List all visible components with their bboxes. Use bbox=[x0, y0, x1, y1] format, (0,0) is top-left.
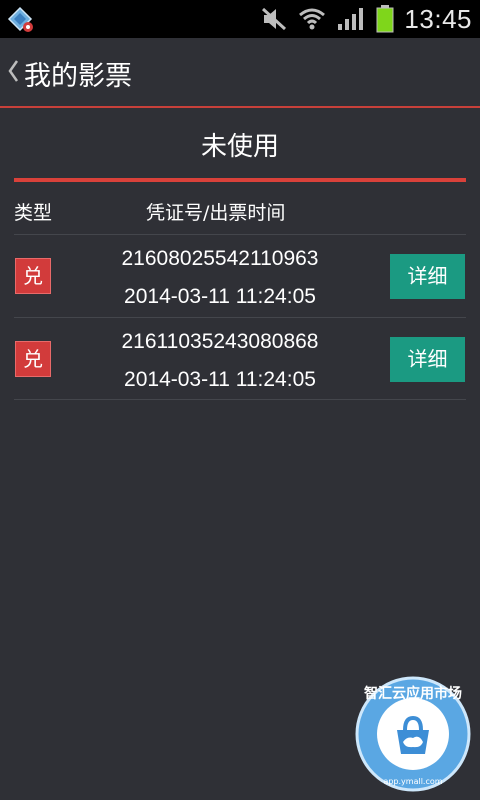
clock-time: 13:45 bbox=[404, 3, 472, 34]
watermark-url: app.ymall.com bbox=[383, 777, 442, 786]
ticket-row: 兑 21611035243080868 2014-03-11 11:24:05 … bbox=[14, 317, 466, 400]
chevron-left-icon[interactable] bbox=[6, 56, 20, 86]
detail-button[interactable]: 详细 bbox=[390, 337, 465, 382]
ticket-issue-time: 2014-03-11 11:24:05 bbox=[124, 285, 316, 308]
column-header-type: 类型 bbox=[14, 202, 53, 224]
column-header-code-time: 凭证号/出票时间 bbox=[146, 202, 286, 224]
tab-unused[interactable]: 未使用 bbox=[14, 110, 466, 178]
signal-icon bbox=[338, 8, 364, 30]
status-bar: 13:45 bbox=[0, 0, 480, 38]
detail-button[interactable]: 详细 bbox=[390, 254, 465, 299]
mute-icon bbox=[262, 7, 287, 31]
app-market-watermark-logo: 智汇云应用市场 app.ymall.com bbox=[355, 676, 471, 792]
tab-underline bbox=[14, 178, 466, 182]
app-notification-icon bbox=[7, 6, 33, 32]
watermark-brand: 智汇云应用市场 bbox=[363, 685, 462, 702]
page-title[interactable]: 我的影票 bbox=[24, 54, 132, 93]
ticket-issue-time: 2014-03-11 11:24:05 bbox=[124, 368, 316, 391]
ticket-row: 兑 21608025542110963 2014-03-11 11:24:05 … bbox=[14, 234, 466, 317]
ticket-code: 21608025542110963 bbox=[121, 247, 319, 270]
wifi-icon bbox=[299, 8, 326, 30]
ticket-code: 21611035243080868 bbox=[121, 330, 319, 353]
app-header: 我的影票 bbox=[0, 38, 480, 108]
battery-icon bbox=[376, 5, 394, 33]
